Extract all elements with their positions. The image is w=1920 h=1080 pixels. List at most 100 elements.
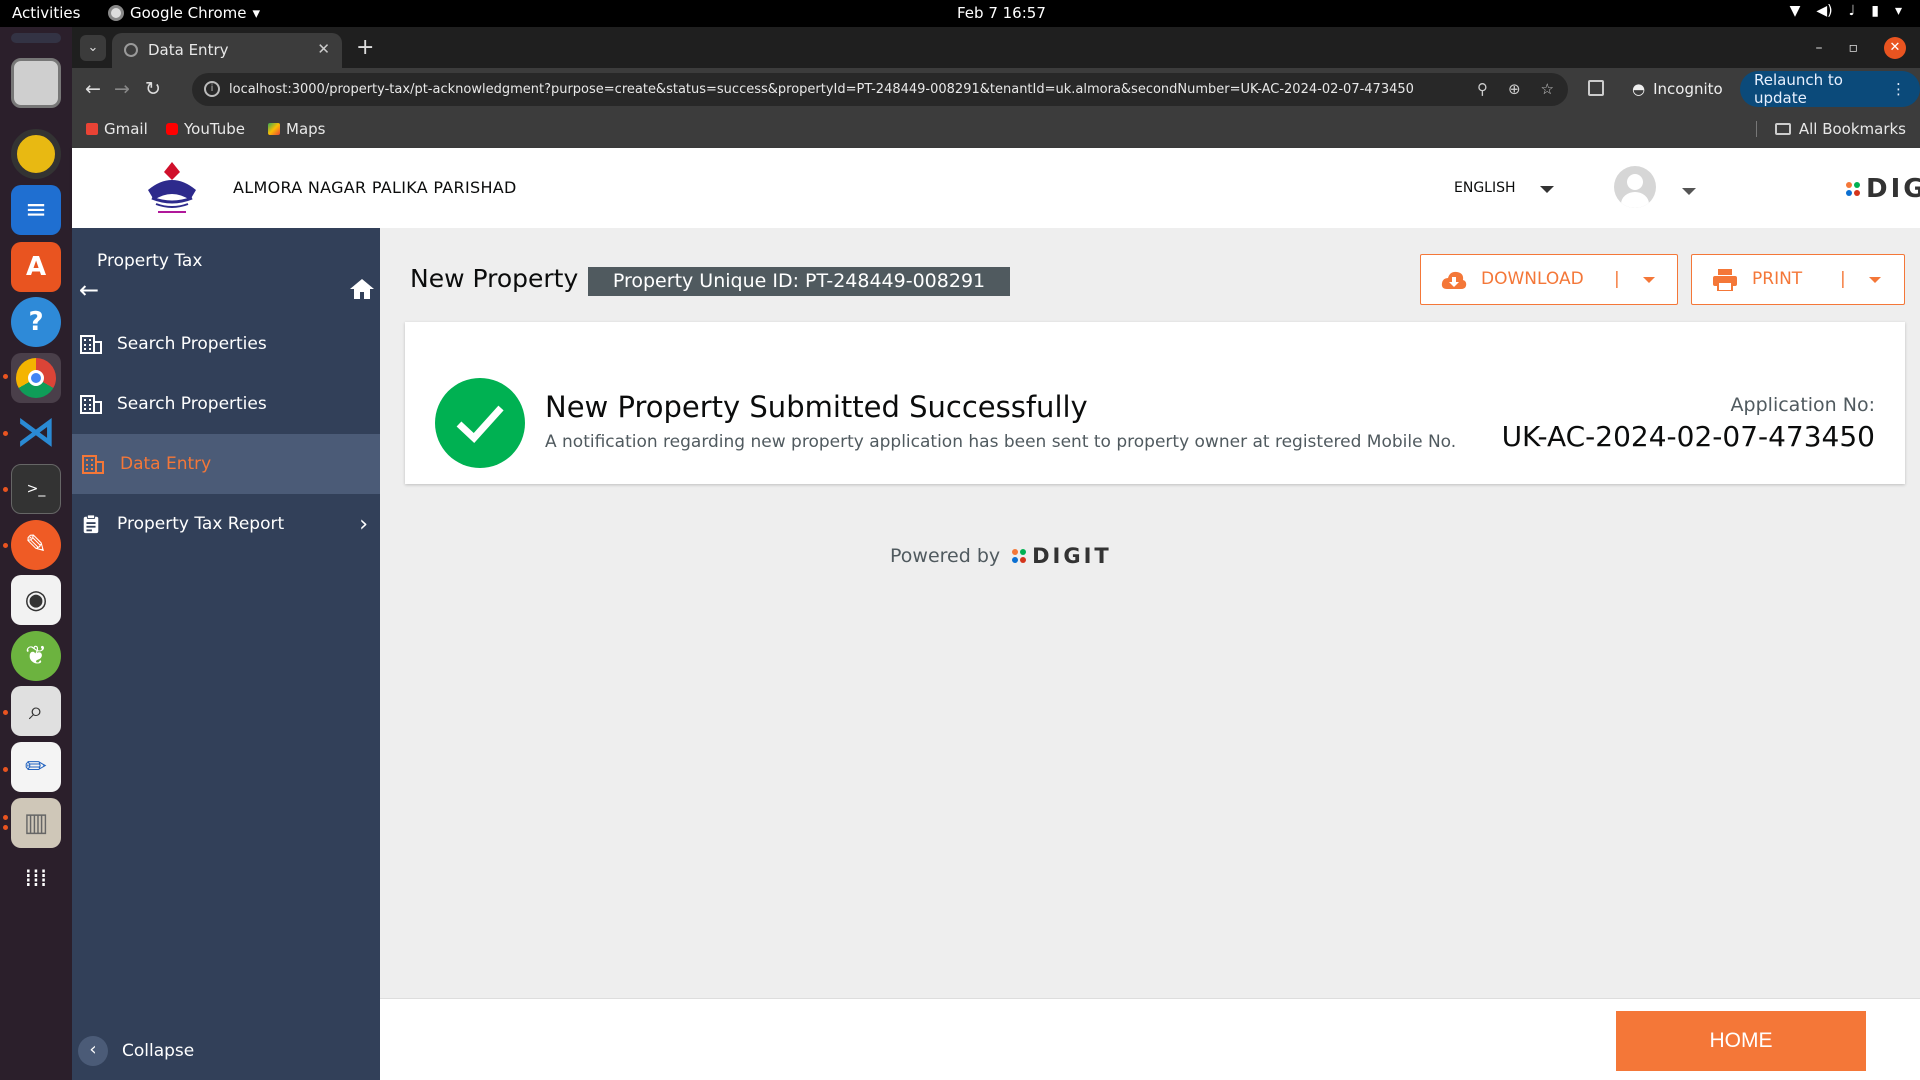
chevron-down-icon: ▾ — [252, 4, 261, 22]
divider: | — [1840, 269, 1846, 289]
bookmark-maps[interactable]: Maps — [268, 120, 325, 138]
print-button[interactable]: PRINT | — [1691, 254, 1905, 305]
brand-name: DIGIT — [1866, 174, 1920, 204]
success-message: A notification regarding new property ap… — [545, 432, 1457, 452]
spring-icon[interactable]: ❦ — [11, 631, 61, 681]
bookmark-label: Maps — [286, 120, 326, 138]
window-controls: – ▫ ✕ — [1816, 37, 1906, 59]
home-button[interactable]: HOME — [1616, 1011, 1866, 1071]
app-header: ALMORA NAGAR PALIKA PARISHAD ENGLISH DIG… — [72, 148, 1920, 228]
dbeaver-icon[interactable]: ◉ — [11, 575, 61, 625]
language-selector[interactable]: ENGLISH — [1454, 180, 1516, 196]
chevron-down-icon[interactable] — [1682, 188, 1696, 195]
chevron-down-icon[interactable] — [1540, 186, 1554, 193]
running-indicator — [3, 374, 8, 379]
kebab-menu-icon[interactable]: ⋮ — [1891, 80, 1906, 98]
tab-data-entry[interactable]: Data Entry ✕ — [112, 33, 342, 68]
print-label: PRINT — [1752, 269, 1803, 289]
app-name: Google Chrome — [130, 4, 247, 22]
address-bar[interactable]: i localhost:3000/property-tax/pt-acknowl… — [192, 73, 1568, 106]
tab-title: Data Entry — [148, 41, 229, 59]
state-emblem-logo — [148, 162, 196, 213]
running-indicator — [3, 767, 8, 772]
vscode-icon[interactable]: ⋊ — [11, 407, 61, 457]
rhythmbox-icon[interactable] — [11, 129, 61, 179]
digit-dots-icon — [1846, 182, 1860, 196]
home-icon[interactable] — [350, 279, 374, 299]
city-name: ALMORA NAGAR PALIKA PARISHAD — [233, 178, 517, 197]
text-editor-icon[interactable]: ✏ — [11, 742, 61, 792]
chevron-down-icon[interactable] — [1643, 277, 1655, 283]
sidebar: Property Tax ← Search Properties Search … — [72, 228, 380, 1080]
powered-brand: DIGIT — [1032, 544, 1112, 568]
side-panel-icon[interactable] — [1588, 80, 1604, 96]
app-menu[interactable]: Google Chrome ▾ — [108, 4, 260, 22]
files-icon[interactable] — [11, 58, 61, 108]
back-arrow-icon[interactable]: ← — [79, 276, 99, 304]
chrome-dock-icon[interactable] — [11, 353, 61, 403]
avatar[interactable] — [1614, 166, 1656, 208]
volume-icon: ◀) — [1816, 3, 1833, 19]
application-number: UK-AC-2024-02-07-473450 — [1501, 420, 1875, 453]
help-icon[interactable]: ? — [11, 297, 61, 347]
powered-by-label: Powered by — [890, 545, 1001, 567]
all-bookmarks[interactable]: All Bookmarks — [1755, 120, 1906, 138]
browser-toolbar: ← → ↻ i localhost:3000/property-tax/pt-a… — [72, 68, 1920, 111]
postman-icon[interactable]: ✎ — [11, 520, 61, 570]
bookmark-star-icon[interactable]: ☆ — [1541, 80, 1554, 98]
new-tab-button[interactable]: + — [356, 35, 374, 60]
success-check-icon — [435, 378, 525, 468]
sidebar-item-data-entry[interactable]: Data Entry — [72, 434, 380, 494]
app-grid-icon[interactable]: ⁞⁞⁞ — [11, 853, 61, 903]
microphone-icon: ♩ — [1848, 3, 1856, 19]
writer-icon[interactable]: ≡ — [11, 185, 61, 235]
close-icon[interactable]: ✕ — [317, 40, 330, 58]
youtube-icon — [166, 123, 178, 135]
search-tool-icon[interactable]: ⌕ — [11, 686, 61, 736]
relaunch-button[interactable]: Relaunch to update ⋮ — [1740, 71, 1920, 107]
omnibox-actions: ⚲ ⊕ ☆ — [1477, 80, 1554, 98]
activities-button[interactable]: Activities — [12, 4, 80, 22]
globe-icon — [124, 43, 138, 57]
zoom-icon[interactable]: ⊕ — [1508, 80, 1521, 98]
chrome-icon — [108, 5, 124, 21]
url-text[interactable]: localhost:3000/property-tax/pt-acknowled… — [229, 82, 1414, 97]
collapse-label: Collapse — [122, 1041, 195, 1061]
action-footer: HOME — [380, 998, 1920, 1080]
location-icon[interactable]: ⚲ — [1477, 80, 1488, 98]
terminal-icon[interactable]: >_ — [11, 464, 61, 514]
incognito-label: Incognito — [1653, 80, 1723, 98]
incognito-indicator[interactable]: ◓ Incognito — [1620, 72, 1735, 106]
cloud-download-icon — [1441, 271, 1467, 289]
download-button[interactable]: DOWNLOAD | — [1420, 254, 1678, 305]
folder-icon — [1774, 123, 1791, 135]
collapse-button[interactable]: ‹ Collapse — [78, 1036, 194, 1066]
sidebar-item-property-tax-report[interactable]: Property Tax Report › — [72, 494, 380, 554]
close-window-button[interactable]: ✕ — [1884, 37, 1906, 59]
site-info-icon[interactable]: i — [204, 81, 220, 97]
forward-arrow-icon[interactable]: → — [114, 78, 130, 100]
sidebar-item-search-properties[interactable]: Search Properties — [72, 374, 380, 434]
clock[interactable]: Feb 7 16:57 — [957, 4, 1046, 22]
bookmark-gmail[interactable]: Gmail — [86, 120, 148, 138]
power-menu-icon: ▾ — [1894, 3, 1902, 19]
sidebar-item-label: Search Properties — [117, 394, 267, 414]
tab-search-button[interactable]: ⌄ — [80, 35, 106, 61]
reload-icon[interactable]: ↻ — [145, 78, 161, 100]
archive-icon[interactable]: ▥ — [11, 798, 61, 848]
minimize-button[interactable]: – — [1816, 40, 1823, 56]
sidebar-item-search-properties[interactable]: Search Properties — [72, 314, 380, 374]
chevron-down-icon[interactable] — [1869, 277, 1881, 283]
gmail-icon — [86, 123, 98, 135]
maximize-button[interactable]: ▫ — [1849, 40, 1859, 56]
chevron-right-icon[interactable]: › — [359, 512, 368, 537]
printer-icon — [1713, 269, 1737, 291]
back-arrow-icon[interactable]: ← — [85, 78, 101, 100]
running-indicator — [3, 815, 8, 820]
firefox-icon[interactable] — [11, 33, 61, 43]
running-indicator — [3, 543, 8, 548]
system-tray[interactable]: ▼ ◀) ♩ ▮ ▾ — [1790, 3, 1902, 19]
application-number-label: Application No: — [1730, 394, 1875, 416]
bookmark-youtube[interactable]: YouTube — [166, 120, 245, 138]
software-center-icon[interactable]: A — [11, 242, 61, 292]
